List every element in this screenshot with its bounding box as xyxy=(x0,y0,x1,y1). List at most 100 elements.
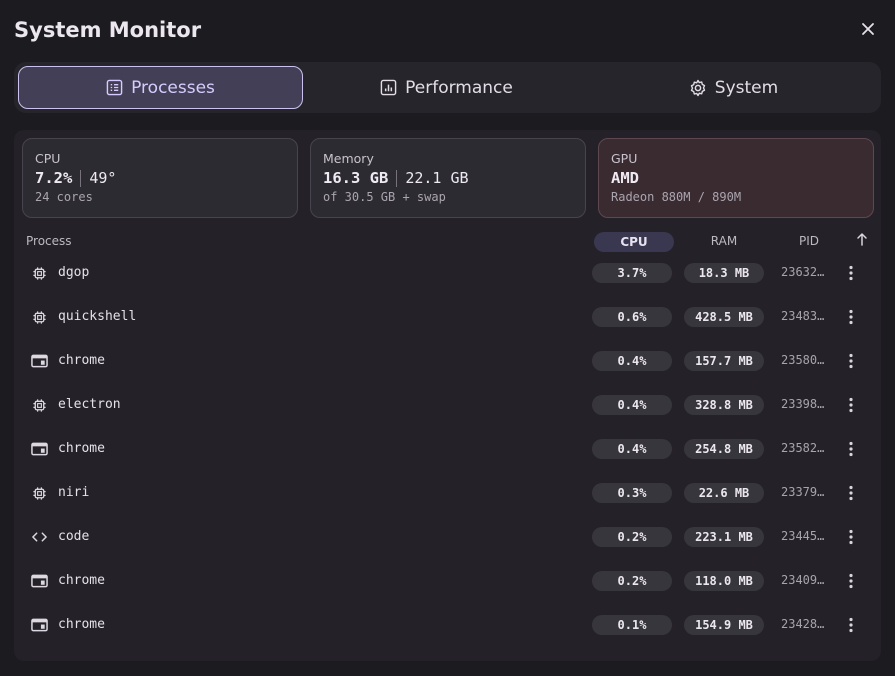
process-name: chrome xyxy=(58,441,105,456)
process-row[interactable]: quickshell 0.6% 428.5 MB 23483… xyxy=(14,295,881,339)
more-vertical-icon xyxy=(849,485,853,501)
tab-label: Performance xyxy=(405,77,513,98)
summary-cards: CPU 7.2% 49° 24 cores Memory 16.3 GB 22.… xyxy=(22,138,874,218)
chip-icon xyxy=(30,397,48,413)
more-options-button[interactable] xyxy=(844,395,858,415)
column-cpu[interactable]: CPU xyxy=(594,232,674,252)
process-cpu: 0.4% xyxy=(592,395,672,415)
process-pid: 23632… xyxy=(781,265,825,279)
memory-used: 16.3 GB xyxy=(323,169,389,187)
process-cpu: 0.3% xyxy=(592,483,672,503)
table-header: Process CPU RAM PID xyxy=(26,232,871,252)
process-ram: 18.3 MB xyxy=(684,263,764,283)
gpu-card[interactable]: GPU AMD Radeon 880M / 890M xyxy=(598,138,874,218)
more-options-button[interactable] xyxy=(844,263,858,283)
process-row[interactable]: chrome 0.1% 154.9 MB 23428… xyxy=(14,603,881,647)
process-cpu: 0.4% xyxy=(592,351,672,371)
process-row[interactable]: chrome 0.4% 157.7 MB 23580… xyxy=(14,339,881,383)
more-vertical-icon xyxy=(849,441,853,457)
tab-processes[interactable]: Processes xyxy=(18,66,303,109)
memory-card[interactable]: Memory 16.3 GB 22.1 GB of 30.5 GB + swap xyxy=(310,138,586,218)
column-ram[interactable]: RAM xyxy=(684,234,764,248)
tab-system[interactable]: System xyxy=(590,66,877,109)
process-cpu: 0.2% xyxy=(592,571,672,591)
process-row[interactable]: code 0.2% 223.1 MB 23445… xyxy=(14,515,881,559)
more-options-button[interactable] xyxy=(844,527,858,547)
process-ram: 154.9 MB xyxy=(684,615,764,635)
process-ram: 328.8 MB xyxy=(684,395,764,415)
more-options-button[interactable] xyxy=(844,351,858,371)
process-ram: 22.6 MB xyxy=(684,483,764,503)
chip-icon xyxy=(30,485,48,501)
process-name: electron xyxy=(58,397,121,412)
gpu-card-label: GPU xyxy=(611,151,638,166)
window-icon xyxy=(30,353,48,369)
more-vertical-icon xyxy=(849,397,853,413)
tab-label: System xyxy=(714,77,779,98)
memory-secondary: 22.1 GB xyxy=(405,169,469,187)
more-vertical-icon xyxy=(849,265,853,281)
more-options-button[interactable] xyxy=(844,439,858,459)
more-options-button[interactable] xyxy=(844,483,858,503)
memory-card-label: Memory xyxy=(323,151,374,166)
process-row[interactable]: niri 0.3% 22.6 MB 23379… xyxy=(14,471,881,515)
process-ram: 157.7 MB xyxy=(684,351,764,371)
tab-label: Processes xyxy=(131,77,215,98)
chip-icon xyxy=(30,309,48,325)
gpu-vendor: AMD xyxy=(611,169,639,187)
tab-performance[interactable]: Performance xyxy=(303,66,590,109)
tab-bar: Processes Performance System xyxy=(14,62,881,113)
cpu-card[interactable]: CPU 7.2% 49° 24 cores xyxy=(22,138,298,218)
process-name: niri xyxy=(58,485,90,500)
process-ram: 118.0 MB xyxy=(684,571,764,591)
gear-icon xyxy=(690,79,705,96)
process-pid: 23483… xyxy=(781,309,825,323)
process-cpu: 0.1% xyxy=(592,615,672,635)
process-pid: 23398… xyxy=(781,397,825,411)
column-pid[interactable]: PID xyxy=(784,234,834,248)
process-ram: 428.5 MB xyxy=(684,307,764,327)
list-icon xyxy=(106,79,123,96)
more-vertical-icon xyxy=(849,529,853,545)
process-pid: 23379… xyxy=(781,485,825,499)
more-options-button[interactable] xyxy=(844,571,858,591)
process-row[interactable]: dgop 3.7% 18.3 MB 23632… xyxy=(14,251,881,295)
process-pid: 23580… xyxy=(781,353,825,367)
process-cpu: 0.4% xyxy=(592,439,672,459)
process-row[interactable]: electron 0.4% 328.8 MB 23398… xyxy=(14,383,881,427)
memory-total: of 30.5 GB + swap xyxy=(323,190,446,204)
process-name: quickshell xyxy=(58,309,137,324)
process-name: dgop xyxy=(58,265,90,280)
column-process[interactable]: Process xyxy=(26,234,72,248)
process-cpu: 0.6% xyxy=(592,307,672,327)
process-ram: 254.8 MB xyxy=(684,439,764,459)
cpu-cores: 24 cores xyxy=(35,190,93,204)
close-button[interactable] xyxy=(859,20,877,38)
window-icon xyxy=(30,441,48,457)
more-options-button[interactable] xyxy=(844,307,858,327)
close-icon xyxy=(862,23,874,35)
chart-icon xyxy=(380,79,397,96)
process-pid: 23409… xyxy=(781,573,825,587)
process-list: dgop 3.7% 18.3 MB 23632… quickshell 0.6% 428.… xyxy=(14,251,881,647)
cpu-temperature: 49° xyxy=(89,169,117,187)
window-icon xyxy=(30,573,48,589)
chip-icon xyxy=(30,265,48,281)
divider xyxy=(80,169,82,187)
arrow-up-icon xyxy=(857,233,867,246)
process-pid: 23428… xyxy=(781,617,825,631)
gpu-model: Radeon 880M / 890M xyxy=(611,190,742,204)
divider xyxy=(396,169,398,187)
process-cpu: 0.2% xyxy=(592,527,672,547)
processes-panel: CPU 7.2% 49° 24 cores Memory 16.3 GB 22.… xyxy=(14,130,881,661)
process-row[interactable]: chrome 0.4% 254.8 MB 23582… xyxy=(14,427,881,471)
more-vertical-icon xyxy=(849,573,853,589)
process-name: chrome xyxy=(58,353,105,368)
sort-direction-button[interactable] xyxy=(854,232,870,246)
process-row[interactable]: chrome 0.2% 118.0 MB 23409… xyxy=(14,559,881,603)
process-name: code xyxy=(58,529,90,544)
cpu-usage: 7.2% xyxy=(35,169,73,187)
more-options-button[interactable] xyxy=(844,615,858,635)
more-vertical-icon xyxy=(849,353,853,369)
window-title: System Monitor xyxy=(14,18,202,42)
